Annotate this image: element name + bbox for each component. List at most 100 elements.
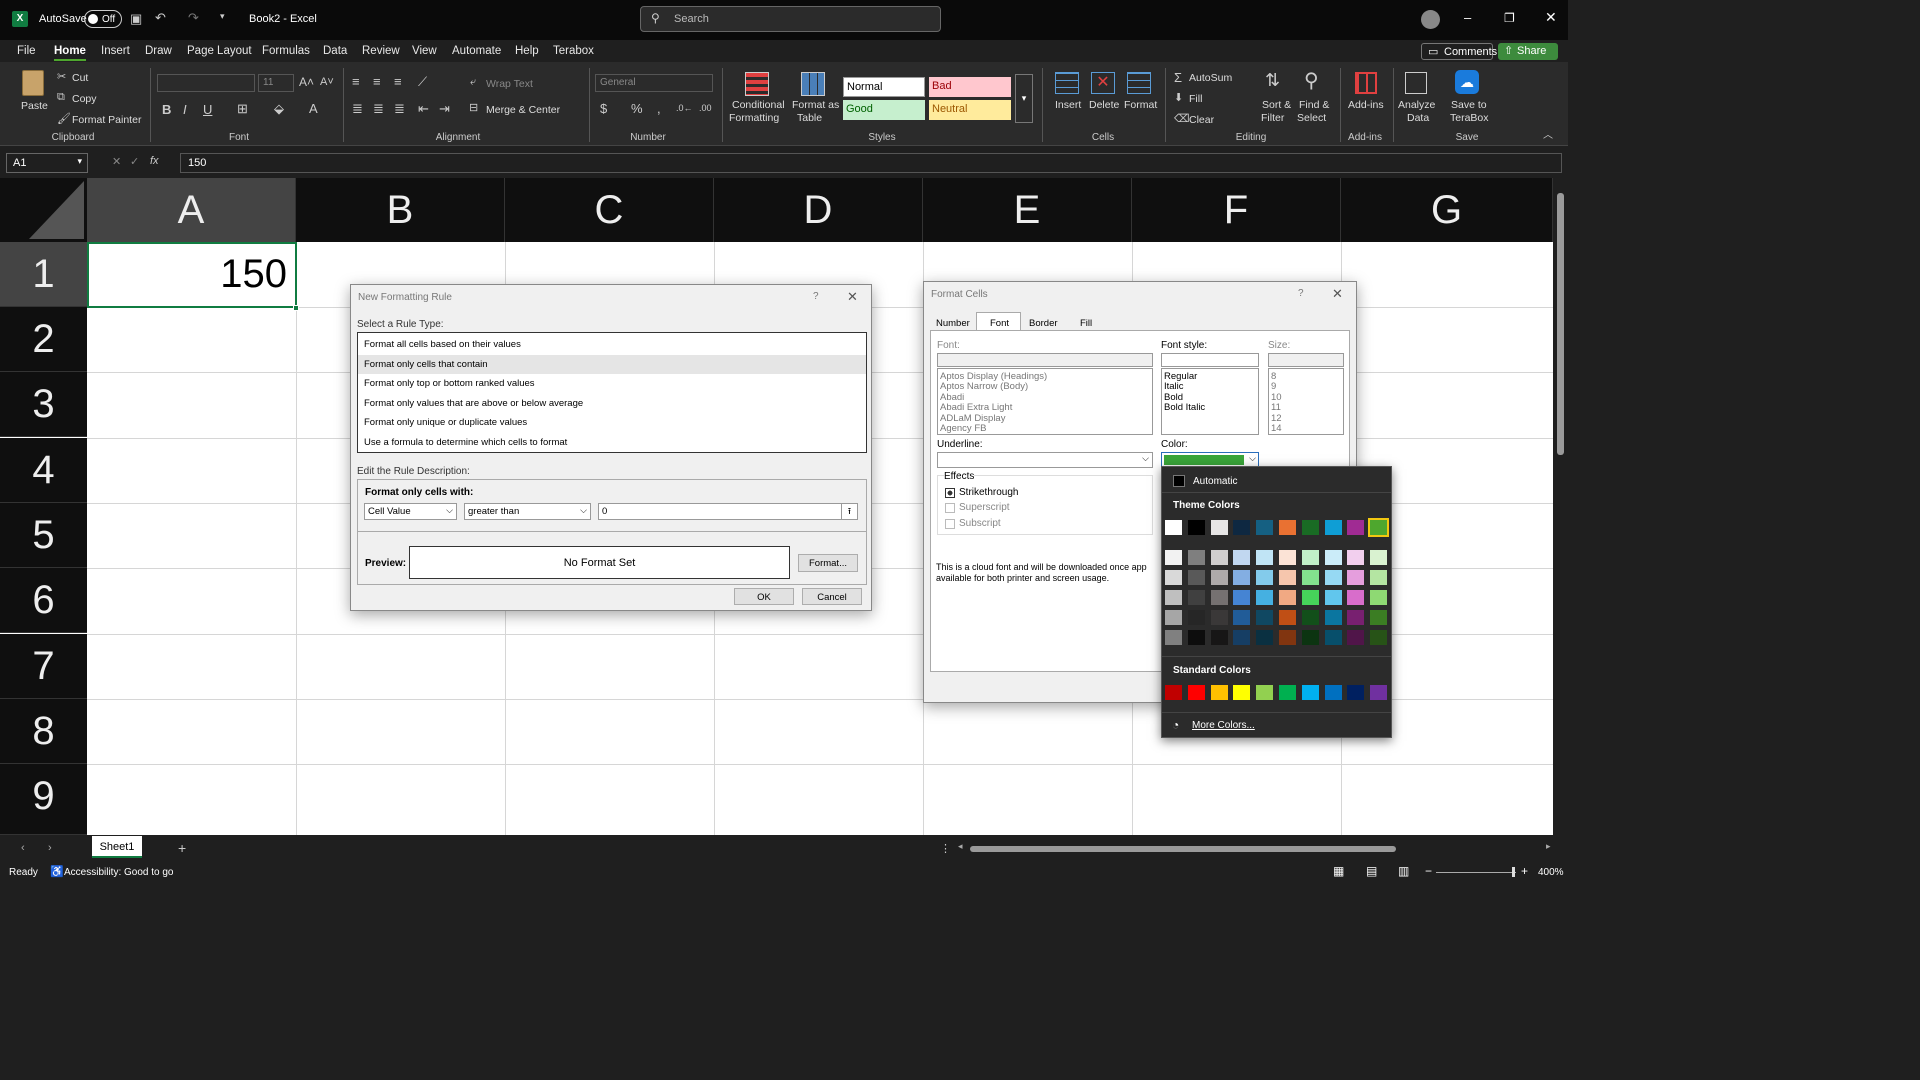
name-box[interactable]: A1 ▾ [6,153,88,173]
theme-shade-swatch[interactable] [1256,550,1274,565]
horizontal-scroll-thumb[interactable] [970,846,1396,852]
column-header-f[interactable]: F [1132,178,1341,242]
align-left-icon[interactable]: ≣ [352,101,363,117]
theme-shade-swatch[interactable] [1301,610,1319,625]
theme-shade-swatch[interactable] [1187,610,1205,625]
select-all-corner[interactable] [0,178,87,242]
font-list-item[interactable]: Abadi Extra Light [940,402,1012,413]
theme-shade-swatch[interactable] [1347,550,1365,565]
save-terabox-label1[interactable]: Save to [1451,99,1487,111]
theme-shade-swatch[interactable] [1370,630,1388,645]
row-header-7[interactable]: 7 [0,634,87,699]
size-item[interactable]: 11 [1271,402,1281,413]
theme-color-swatch[interactable] [1324,520,1342,535]
collapse-ribbon-icon[interactable]: ︿ [1543,126,1553,141]
rule-type-item[interactable]: Format only values that are above or bel… [358,394,866,413]
font-list-item[interactable]: Agency FB [940,423,986,434]
fill-icon[interactable]: ⬇ [1174,91,1183,104]
comments-button[interactable]: ▭ Comments [1421,43,1497,60]
row-header-4[interactable]: 4 [0,438,87,503]
font-style-input[interactable] [1161,353,1259,367]
analyze-data-label1[interactable]: Analyze [1398,99,1435,111]
operand-type-dropdown[interactable]: Cell Value ⌵ [364,503,457,520]
standard-color-swatch[interactable] [1256,685,1274,700]
fill-handle[interactable] [293,305,299,311]
tab-help[interactable]: Help [515,45,539,57]
theme-shade-swatch[interactable] [1233,590,1251,605]
theme-shade-swatch[interactable] [1324,550,1342,565]
style-good[interactable]: Good [843,100,925,120]
tab-data[interactable]: Data [323,45,347,57]
automatic-color-option[interactable]: Automatic [1162,470,1391,490]
theme-shade-swatch[interactable] [1324,630,1342,645]
avatar[interactable] [1421,10,1440,29]
theme-shade-swatch[interactable] [1210,570,1228,585]
increase-indent-icon[interactable]: ⇥ [439,101,450,117]
zoom-level[interactable]: 400% [1538,867,1564,878]
underline-icon[interactable]: U [203,102,212,117]
conditional-formatting-label1[interactable]: Conditional [732,99,785,111]
delete-cells-button[interactable]: Delete [1089,99,1119,111]
insert-cells-icon[interactable] [1055,72,1079,94]
cell-a1[interactable]: 150 [87,242,297,308]
size-item[interactable]: 9 [1271,381,1276,392]
conditional-formatting-icon[interactable] [745,72,769,96]
theme-shade-swatch[interactable] [1210,590,1228,605]
rule-type-item[interactable]: Use a formula to determine which cells t… [358,433,866,452]
vertical-scroll-thumb[interactable] [1557,193,1564,455]
size-item[interactable]: 14 [1271,423,1282,434]
subscript-checkbox[interactable] [945,519,955,529]
prev-sheet-icon[interactable]: ‹ [21,842,25,854]
tab-review[interactable]: Review [362,45,400,57]
theme-shade-swatch[interactable] [1347,610,1365,625]
row-header-5[interactable]: 5 [0,503,87,568]
theme-color-swatch[interactable] [1233,520,1251,535]
tab-formulas[interactable]: Formulas [262,45,310,57]
comma-icon[interactable]: , [657,101,661,116]
cut-button[interactable]: Cut [72,72,88,84]
autosave-toggle[interactable]: Off [84,10,122,28]
format-painter-button[interactable]: Format Painter [72,114,141,126]
theme-color-swatch[interactable] [1368,518,1390,537]
add-ins-button[interactable]: Add-ins [1348,99,1384,111]
theme-shade-swatch[interactable] [1165,590,1182,605]
theme-shade-swatch[interactable] [1233,550,1251,565]
sort-filter-icon[interactable]: ⇅ [1265,70,1280,91]
font-size-dropdown[interactable]: 11 [258,74,294,92]
theme-shade-swatch[interactable] [1165,570,1182,585]
tab-page-layout[interactable]: Page Layout [187,45,252,57]
next-sheet-icon[interactable]: › [48,842,52,854]
theme-shade-swatch[interactable] [1347,590,1365,605]
terabox-icon[interactable]: ☁ [1455,70,1479,94]
tab-font[interactable]: Font [976,312,1021,331]
row-header-3[interactable]: 3 [0,372,87,437]
tab-border[interactable]: Border [1023,315,1069,331]
styles-more-button[interactable]: ▾ [1015,74,1033,123]
find-select-label2[interactable]: Select [1297,112,1326,124]
share-button[interactable]: ⇧ Share [1498,43,1558,60]
theme-shade-swatch[interactable] [1324,610,1342,625]
standard-color-swatch[interactable] [1301,685,1319,700]
standard-color-swatch[interactable] [1165,685,1182,700]
autosum-icon[interactable]: Σ [1174,70,1182,85]
standard-color-swatch[interactable] [1279,685,1296,700]
cancel-button[interactable]: Cancel [802,588,862,605]
save-icon[interactable]: ▣ [130,11,142,27]
tab-home[interactable]: Home [54,45,86,57]
font-style-item[interactable]: Italic [1164,381,1184,392]
format-cells-button[interactable]: Format [1124,99,1157,111]
theme-shade-swatch[interactable] [1279,610,1296,625]
zoom-slider[interactable] [1436,867,1516,877]
minimize-icon[interactable]: – [1464,10,1471,25]
font-name-input[interactable] [937,353,1153,367]
horizontal-scrollbar[interactable]: ◂ ▸ [958,841,1554,854]
search-box[interactable]: ⚲ Search [640,6,941,32]
theme-shade-swatch[interactable] [1256,630,1274,645]
help-button[interactable]: ? [813,291,819,302]
theme-color-swatch[interactable] [1210,520,1228,535]
customize-qat-icon[interactable]: ▾ [220,11,225,22]
theme-shade-swatch[interactable] [1324,570,1342,585]
theme-shade-swatch[interactable] [1256,570,1274,585]
column-header-a[interactable]: A [87,178,296,242]
more-colors-button[interactable]: More Colors... [1192,720,1255,731]
